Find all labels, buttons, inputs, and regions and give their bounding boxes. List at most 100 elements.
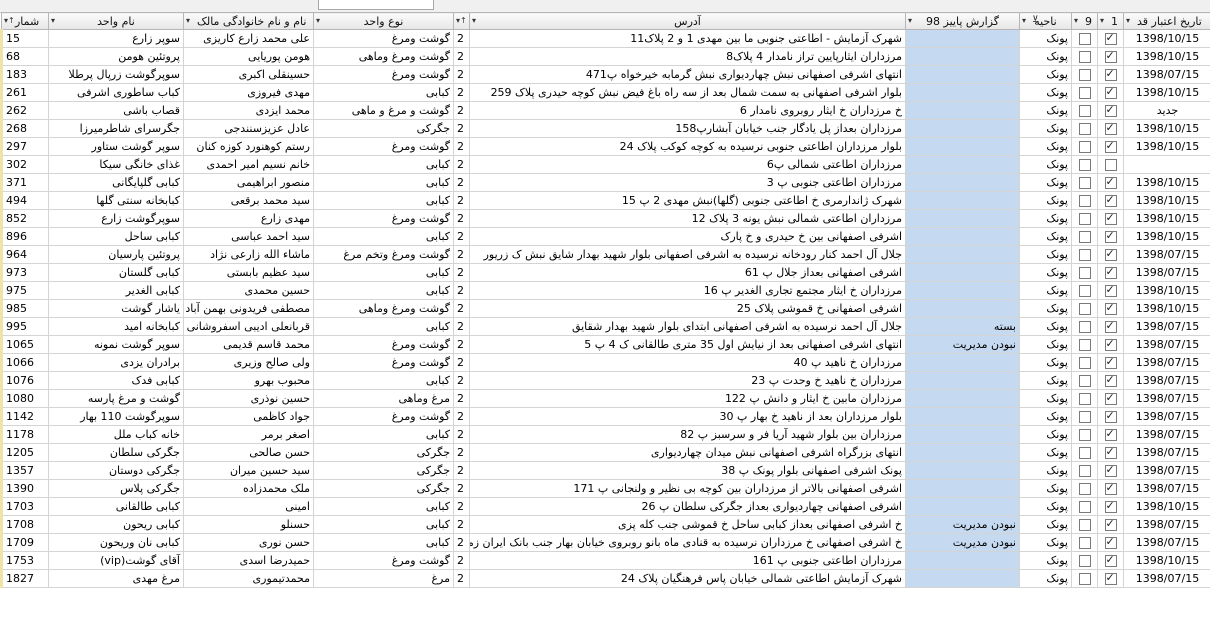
checkbox[interactable] <box>1078 213 1091 225</box>
checkbox[interactable] <box>1078 555 1091 567</box>
cell-unit-type[interactable]: گوشت ومرغ وماهی <box>313 299 454 318</box>
cell-address[interactable]: مرزداران مابین خ ایثار و دانش پ 122 <box>469 389 906 408</box>
cell-unit-name[interactable]: کبابخانه امید <box>48 317 184 336</box>
cell-validity-date[interactable]: 1398/07/15 <box>1123 479 1210 498</box>
cell-number[interactable]: 1142 <box>0 407 49 426</box>
cell-address[interactable]: بلوار اشرفی اصفهانی به سمت شمال بعد از س… <box>469 83 906 102</box>
cell-unit-name[interactable]: پروتئین هومن <box>48 47 184 66</box>
checkbox[interactable] <box>1104 211 1117 225</box>
cell-validity-date[interactable]: 1398/07/15 <box>1123 371 1210 390</box>
cell-report[interactable] <box>905 263 1020 282</box>
cell-unit-name[interactable]: کبابی گلپایگانی <box>48 173 184 192</box>
table-row[interactable]: 964 پروتئین پارسیان ماشاء الله زارعی نژاد گ… <box>0 245 1210 264</box>
cell-unit-type[interactable]: گوشت ومرغ <box>313 209 454 228</box>
cell-address[interactable]: انتهای اشرفی اصفهانی نبش چهاردیواری نبش … <box>469 65 906 84</box>
cell-district[interactable]: پونک <box>1019 155 1072 174</box>
checkbox[interactable] <box>1104 139 1117 153</box>
cell-address[interactable]: اشرفی اصفهانی بالاتر از مرزداران بین کوچ… <box>469 479 906 498</box>
cell-address[interactable]: اشرفی اصفهانی چهاردیواری بعداز جگرکی سلط… <box>469 497 906 516</box>
cell-owner[interactable]: حسن نوری <box>183 533 314 552</box>
cell-unit-name[interactable]: مرغ مهدی <box>48 569 184 588</box>
cell-number[interactable]: 371 <box>0 173 49 192</box>
cell-check-1[interactable] <box>1097 155 1124 174</box>
cell-number[interactable]: 1076 <box>0 371 49 390</box>
checkbox[interactable] <box>1104 499 1117 513</box>
cell-owner[interactable]: جواد کاظمی <box>183 407 314 426</box>
cell-district[interactable]: پونک <box>1019 191 1072 210</box>
cell-type-number[interactable]: 2 <box>453 335 470 354</box>
cell-unit-name[interactable]: کبابی فدک <box>48 371 184 390</box>
table-row[interactable]: 297 سوپر گوشت ستاور رستم کوهنورد کوزه کنان… <box>0 137 1210 156</box>
checkbox[interactable] <box>1078 195 1091 207</box>
cell-check-1[interactable] <box>1097 245 1124 264</box>
cell-owner[interactable]: خانم نسیم امیر احمدی <box>183 155 314 174</box>
cell-report[interactable]: نبودن مدیریت <box>905 335 1020 354</box>
cell-validity-date[interactable]: 1398/07/15 <box>1123 533 1210 552</box>
checkbox[interactable] <box>1078 501 1091 513</box>
checkbox[interactable] <box>1104 103 1117 117</box>
cell-unit-type[interactable]: جگرکی <box>313 119 454 138</box>
cell-owner[interactable]: سید حسین میران <box>183 461 314 480</box>
cell-district[interactable]: پونک <box>1019 479 1072 498</box>
cell-validity-date[interactable] <box>1123 155 1210 174</box>
cell-address[interactable]: اشرفی اصفهانی خ قموشی پلاک 25 <box>469 299 906 318</box>
checkbox[interactable] <box>1104 175 1117 189</box>
cell-check-9[interactable] <box>1071 173 1098 192</box>
cell-check-9[interactable] <box>1071 317 1098 336</box>
cell-address[interactable]: خ اشرفی اصفهانی بعداز کبابی ساحل خ قموشی… <box>469 515 906 534</box>
cell-address[interactable]: مرزداران اطاعتی شمالی نبش یونه 3 پلاک 12 <box>469 209 906 228</box>
cell-unit-type[interactable]: کبابی <box>313 281 454 300</box>
cell-check-9[interactable] <box>1071 335 1098 354</box>
cell-address[interactable]: مرزداران خ ناهید خ وحدت پ 23 <box>469 371 906 390</box>
cell-unit-type[interactable]: گوشت ومرغ <box>313 65 454 84</box>
cell-owner[interactable]: عادل عزیزسنندجی <box>183 119 314 138</box>
table-row[interactable]: 1357 جگرکی دوستان سید حسین میران جگرکی 2 پونک… <box>0 461 1210 480</box>
cell-address[interactable]: مرزداران بعداز پل یادگار جنب خیابان آبشا… <box>469 119 906 138</box>
cell-unit-name[interactable]: کبابی نان وریحون <box>48 533 184 552</box>
cell-district[interactable]: پونک <box>1019 461 1072 480</box>
table-row[interactable]: 1076 کبابی فدک محبوب بهرو کبابی 2 مرزداران خ … <box>0 371 1210 390</box>
cell-check-9[interactable] <box>1071 425 1098 444</box>
cell-unit-type[interactable]: کبابی <box>313 191 454 210</box>
checkbox[interactable] <box>1078 411 1091 423</box>
cell-validity-date[interactable]: 1398/10/15 <box>1123 137 1210 156</box>
checkbox[interactable] <box>1104 463 1117 477</box>
cell-unit-name[interactable]: جگرسرای شاطرمیرزا <box>48 119 184 138</box>
col-header-address[interactable]: ▾ آدرس <box>469 12 906 30</box>
cell-validity-date[interactable]: 1398/07/15 <box>1123 515 1210 534</box>
checkbox[interactable] <box>1104 319 1117 333</box>
cell-unit-name[interactable]: سوپرگوشت زرپال پرطلا <box>48 65 184 84</box>
col-header-unit-type[interactable]: ▾ نوع واحد <box>313 12 454 30</box>
cell-check-1[interactable] <box>1097 353 1124 372</box>
table-row[interactable]: 302 غذای خانگی سیکا خانم نسیم امیر احمدی کب… <box>0 155 1210 174</box>
cell-check-1[interactable] <box>1097 227 1124 246</box>
cell-type-number[interactable]: 2 <box>453 119 470 138</box>
cell-check-9[interactable] <box>1071 461 1098 480</box>
cell-unit-name[interactable]: جگرکی پلاس <box>48 479 184 498</box>
cell-check-1[interactable] <box>1097 335 1124 354</box>
cell-owner[interactable]: ولی صالح وزیری <box>183 353 314 372</box>
cell-validity-date[interactable]: 1398/10/15 <box>1123 551 1210 570</box>
cell-unit-type[interactable]: گوشت ومرغ وتخم مرغ <box>313 245 454 264</box>
cell-owner[interactable]: سید محمد برقعی <box>183 191 314 210</box>
cell-unit-type[interactable]: گوشت ومرغ <box>313 551 454 570</box>
cell-number[interactable]: 1709 <box>0 533 49 552</box>
cell-number[interactable]: 1708 <box>0 515 49 534</box>
cell-check-1[interactable] <box>1097 65 1124 84</box>
cell-district[interactable]: پونک <box>1019 83 1072 102</box>
cell-district[interactable]: پونک <box>1019 533 1072 552</box>
cell-report[interactable] <box>905 83 1020 102</box>
cell-district[interactable]: پونک <box>1019 245 1072 264</box>
cell-check-9[interactable] <box>1071 137 1098 156</box>
checkbox[interactable] <box>1078 321 1091 333</box>
cell-unit-type[interactable]: کبابی <box>313 173 454 192</box>
cell-type-number[interactable]: 2 <box>453 443 470 462</box>
cell-unit-type[interactable]: گوشت ومرغ <box>313 29 454 48</box>
cell-number[interactable]: 183 <box>0 65 49 84</box>
cell-check-9[interactable] <box>1071 389 1098 408</box>
cell-validity-date[interactable]: 1398/07/15 <box>1123 335 1210 354</box>
col-header-owner[interactable]: ▾ نام و نام خانوادگی مالک <box>183 12 314 30</box>
checkbox[interactable] <box>1078 375 1091 387</box>
checkbox[interactable] <box>1104 265 1117 279</box>
checkbox[interactable] <box>1078 465 1091 477</box>
